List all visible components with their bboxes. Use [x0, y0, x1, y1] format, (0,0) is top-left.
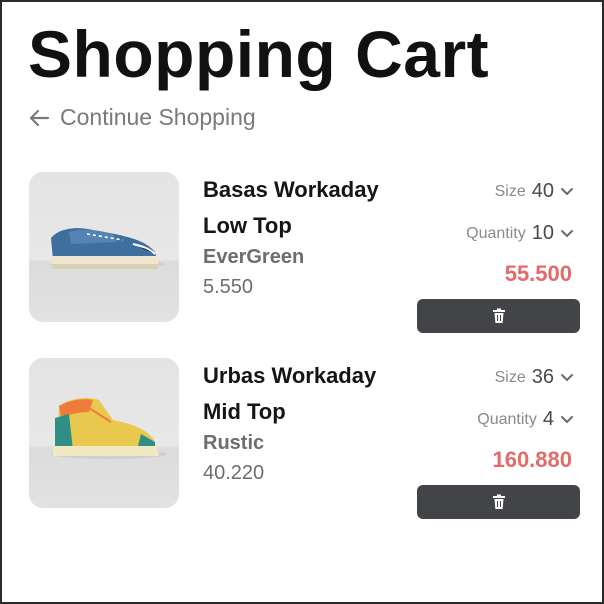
cart-item: Urbas Workaday Mid Top Rustic 40.220 Siz… [2, 358, 602, 519]
page-title: Shopping Cart [28, 17, 490, 91]
quantity-select[interactable]: Quantity 10 [466, 222, 574, 245]
arrow-left-icon [29, 109, 50, 126]
size-value: 40 [531, 180, 554, 202]
chevron-down-icon [561, 415, 573, 423]
size-label: Size [494, 182, 526, 200]
trash-icon [492, 308, 505, 323]
quantity-label: Quantity [477, 410, 537, 428]
product-brand: EverGreen [203, 246, 305, 268]
product-brand: Rustic [203, 432, 265, 454]
product-image[interactable] [29, 358, 179, 508]
cart-page: Shopping Cart Continue Shopping Basas Wo… [0, 0, 604, 604]
trash-icon [492, 494, 505, 509]
quantity-value: 10 [531, 222, 554, 244]
continue-shopping-label: Continue Shopping [60, 104, 256, 130]
quantity-label: Quantity [466, 224, 526, 242]
chevron-down-icon [561, 229, 573, 237]
size-select[interactable]: Size 36 [495, 366, 574, 389]
line-total: 55.500 [504, 261, 572, 286]
sneaker-mid-top-image [51, 398, 167, 459]
sneaker-low-top-image [49, 228, 165, 269]
delete-item-button[interactable] [417, 485, 580, 519]
unit-price: 5.550 [203, 276, 254, 298]
product-image[interactable] [29, 172, 179, 322]
quantity-value: 4 [542, 408, 554, 430]
chevron-down-icon [561, 373, 573, 381]
delete-item-button[interactable] [417, 299, 580, 333]
line-total: 160.880 [492, 447, 572, 472]
product-name[interactable]: Basas Workaday Low Top [203, 172, 413, 244]
continue-shopping-link[interactable]: Continue Shopping [28, 104, 256, 131]
size-select[interactable]: Size 40 [495, 180, 574, 203]
product-name[interactable]: Urbas Workaday Mid Top [203, 358, 413, 430]
chevron-down-icon [561, 187, 573, 195]
unit-price: 40.220 [203, 462, 265, 484]
size-value: 36 [531, 366, 554, 388]
size-label: Size [494, 368, 526, 386]
quantity-select[interactable]: Quantity 4 [477, 408, 574, 431]
cart-item: Basas Workaday Low Top EverGreen 5.550 S… [2, 172, 602, 333]
